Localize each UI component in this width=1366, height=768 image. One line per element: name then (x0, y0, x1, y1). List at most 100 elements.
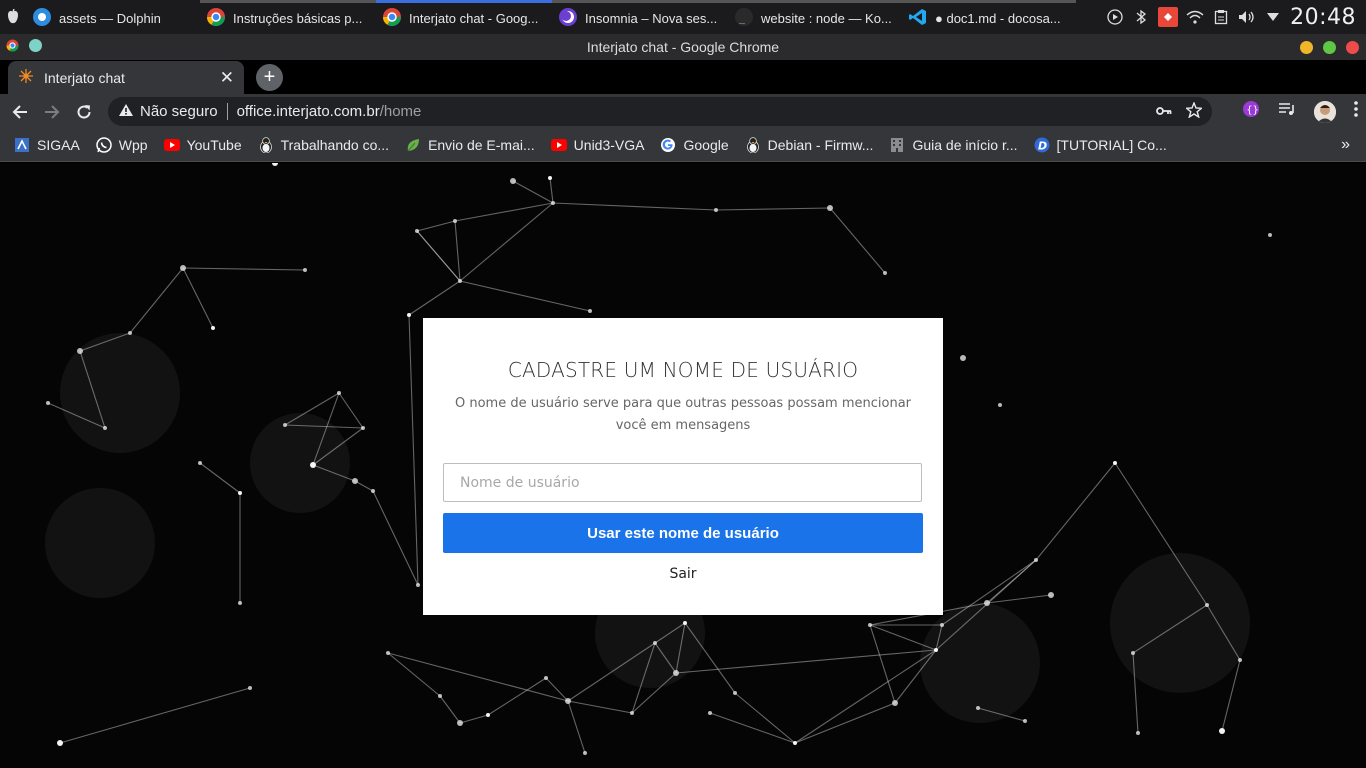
os-taskbar: assets — Dolphin Instruções básicas p...… (0, 0, 1366, 34)
bookmark-wpp[interactable]: Wpp (96, 137, 148, 153)
task-vscode[interactable]: ● doc1.md - docosa... (902, 0, 1076, 34)
task-chrome-instrucoes[interactable]: Instruções básicas p... (200, 0, 376, 34)
bookmark-label: Google (683, 137, 729, 153)
forward-button[interactable] (36, 96, 68, 128)
back-button[interactable] (4, 96, 36, 128)
google-icon (660, 137, 676, 153)
sigaa-icon (14, 137, 30, 153)
bookmark-unid3-vga[interactable]: Unid3-VGA (550, 137, 645, 153)
bookmark-label: SIGAA (37, 137, 80, 153)
network-node (868, 623, 872, 627)
network-node (1113, 461, 1117, 465)
address-bar[interactable]: Não seguro office.interjato.com.br/home (108, 97, 1212, 126)
interjato-favicon-icon (18, 68, 34, 87)
task-label: ● doc1.md - docosa... (935, 11, 1061, 26)
bookmark-label: Trabalhando co... (280, 137, 390, 153)
network-node (77, 348, 83, 354)
network-node (198, 461, 202, 465)
network-node (565, 698, 571, 704)
use-username-button[interactable]: Usar este nome de usuário (443, 513, 923, 553)
network-glow (250, 413, 350, 513)
bookmark-sigaa[interactable]: SIGAA (14, 137, 80, 153)
task-label: Interjato chat - Goog... (409, 11, 539, 26)
tray-expand-icon[interactable] (1264, 8, 1282, 26)
username-input[interactable] (443, 463, 922, 502)
logout-link[interactable]: Sair (423, 566, 943, 582)
close-window-button[interactable] (1346, 40, 1359, 54)
profile-avatar[interactable] (1314, 100, 1336, 123)
network-line (416, 220, 456, 232)
anydesk-icon[interactable] (1158, 7, 1179, 27)
bookmark-envio-email[interactable]: Envio de E-mai... (405, 137, 535, 153)
bookmark-label: Unid3-VGA (573, 137, 645, 153)
network-line (459, 714, 489, 724)
network-node (415, 229, 419, 233)
username-card: CADASTRE UM NOME DE USUÁRIO O nome de us… (423, 318, 943, 615)
network-line (454, 220, 461, 282)
youtube-icon (550, 137, 567, 153)
wifi-icon[interactable] (1186, 8, 1204, 26)
network-node (1034, 558, 1038, 562)
task-chrome-interjato[interactable]: Interjato chat - Goog... (376, 0, 552, 34)
network-node (310, 462, 316, 468)
insomnia-icon (558, 7, 578, 30)
window-title: Interjato chat - Google Chrome (586, 39, 780, 55)
bookmark-star-icon[interactable] (1184, 100, 1204, 122)
chrome-icon[interactable] (6, 39, 19, 55)
task-konsole[interactable]: _ website : node — Ko... (728, 0, 902, 34)
maximize-button[interactable] (1323, 40, 1336, 54)
extension-icon[interactable]: {} (1242, 100, 1260, 123)
d-logo-icon: D (1034, 137, 1050, 153)
bookmark-google[interactable]: Google (660, 137, 729, 153)
more-bookmarks-icon[interactable]: » (1341, 136, 1350, 154)
bookmark-debian[interactable]: Debian - Firmw... (745, 137, 873, 153)
reload-button[interactable] (68, 96, 100, 128)
building-icon (889, 137, 905, 153)
whatsapp-icon (96, 137, 112, 153)
omnibox-divider (226, 103, 228, 120)
task-dolphin[interactable]: assets — Dolphin (26, 0, 200, 34)
network-line (354, 480, 374, 492)
pin-window-button[interactable] (29, 39, 42, 52)
network-node (1238, 658, 1242, 662)
tab-interjato-chat[interactable]: Interjato chat ✕ (8, 61, 244, 94)
vscode-icon (908, 7, 928, 30)
network-node (458, 279, 462, 283)
media-control-icon[interactable] (1278, 102, 1296, 121)
network-line (439, 695, 461, 724)
network-node (303, 268, 307, 272)
app-launcher-icon[interactable] (0, 0, 26, 34)
security-status[interactable]: Não seguro (140, 103, 218, 120)
warning-icon[interactable] (118, 103, 134, 121)
clock[interactable]: 20:48 (1290, 5, 1356, 30)
tux-icon (745, 137, 761, 153)
network-line (675, 649, 937, 674)
url-path: /home (379, 103, 422, 120)
bookmark-trabalhando[interactable]: Trabalhando co... (258, 137, 389, 153)
media-play-icon[interactable] (1106, 8, 1124, 26)
volume-icon[interactable] (1238, 8, 1256, 26)
key-icon[interactable] (1156, 103, 1172, 120)
task-insomnia[interactable]: Insomnia – Nova ses... (552, 0, 728, 34)
clipboard-icon[interactable] (1212, 8, 1230, 26)
close-tab-icon[interactable]: ✕ (220, 68, 234, 88)
network-line (1035, 462, 1116, 561)
network-node (1205, 603, 1209, 607)
network-node (714, 208, 718, 212)
minimize-button[interactable] (1300, 40, 1313, 54)
network-glow (45, 488, 155, 598)
task-label: Insomnia – Nova ses... (585, 11, 718, 26)
youtube-icon (163, 137, 180, 153)
leaf-icon (405, 137, 421, 153)
network-node (407, 313, 411, 317)
bluetooth-icon[interactable] (1132, 8, 1150, 26)
bookmark-label: YouTube (186, 137, 242, 153)
bookmark-youtube[interactable]: YouTube (163, 137, 242, 153)
new-tab-button[interactable]: + (256, 64, 283, 91)
network-line (794, 649, 937, 744)
bookmark-tutorial[interactable]: D [TUTORIAL] Co... (1034, 137, 1167, 153)
network-glow (920, 603, 1040, 723)
bookmark-guia-inicio[interactable]: Guia de início r... (889, 137, 1018, 153)
network-node (548, 176, 552, 180)
browser-menu-icon[interactable] (1354, 101, 1358, 122)
